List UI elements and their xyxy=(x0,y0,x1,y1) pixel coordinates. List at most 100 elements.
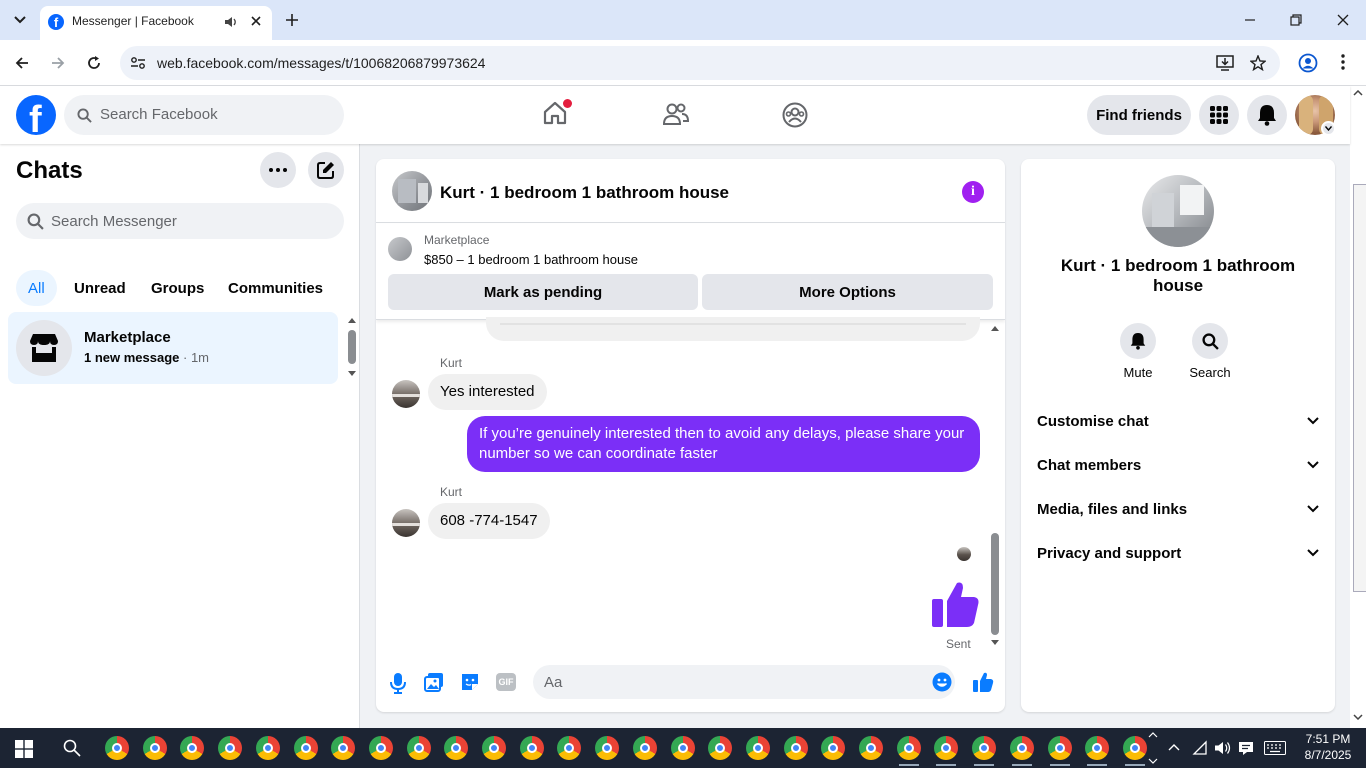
taskbar-browser-icon[interactable] xyxy=(105,736,129,760)
kurt-avatar[interactable] xyxy=(392,509,420,537)
microphone-icon[interactable] xyxy=(390,672,406,694)
message-input[interactable]: Aa xyxy=(533,665,955,699)
sticker-icon[interactable] xyxy=(460,672,480,692)
forward-icon[interactable] xyxy=(50,55,66,71)
filter-groups[interactable]: Groups xyxy=(139,270,216,306)
taskbar-browser-icon[interactable] xyxy=(708,736,733,760)
taskbar-browser-icon[interactable] xyxy=(1047,736,1072,766)
restore-icon[interactable] xyxy=(1290,14,1302,26)
listing-avatar[interactable] xyxy=(392,171,432,211)
page-scrollbar[interactable] xyxy=(1350,86,1366,728)
incoming-message[interactable]: 608 -774-1547 xyxy=(428,503,550,539)
scroll-up-arrow-icon[interactable] xyxy=(1353,90,1363,96)
conversation-photo[interactable] xyxy=(1142,175,1214,247)
taskbar-scroll-up-icon[interactable] xyxy=(1148,732,1158,738)
groups-icon[interactable] xyxy=(782,102,808,128)
filter-all[interactable]: All xyxy=(16,270,57,306)
gif-icon[interactable]: GIF xyxy=(496,673,516,691)
filter-communities[interactable]: Communities xyxy=(216,270,335,306)
taskbar-browser-icon[interactable] xyxy=(444,736,469,760)
show-hidden-icons-icon[interactable] xyxy=(1168,743,1180,751)
privacy-support-section[interactable]: Privacy and support xyxy=(1037,533,1319,573)
taskbar-browser-icon[interactable] xyxy=(934,736,959,766)
profile-icon[interactable] xyxy=(1298,53,1318,73)
chat-scrollbar-thumb[interactable] xyxy=(991,533,999,635)
more-options-button[interactable]: More Options xyxy=(702,274,993,310)
scroll-down-arrow-icon[interactable] xyxy=(990,639,1000,646)
taskbar-browser-icon[interactable] xyxy=(557,736,582,760)
taskbar-browser-icon[interactable] xyxy=(859,736,883,760)
customise-chat-section[interactable]: Customise chat xyxy=(1037,401,1319,441)
site-settings-icon[interactable] xyxy=(130,56,146,70)
media-files-links-section[interactable]: Media, files and links xyxy=(1037,489,1319,529)
menu-button[interactable] xyxy=(1199,95,1239,135)
close-tab-icon[interactable] xyxy=(250,15,262,27)
taskbar-browser-icon[interactable] xyxy=(218,736,243,760)
network-icon[interactable] xyxy=(1192,740,1208,756)
taskbar-browser-icon[interactable] xyxy=(293,736,318,760)
taskbar-browser-icon[interactable] xyxy=(331,736,356,760)
speaker-icon[interactable] xyxy=(224,15,238,29)
outgoing-message[interactable]: If you’re genuinely interested then to a… xyxy=(467,416,980,472)
taskbar-browser-icon[interactable] xyxy=(896,736,921,766)
filter-unread[interactable]: Unread xyxy=(62,270,138,306)
minimize-icon[interactable] xyxy=(1244,14,1256,26)
sidebar-scrollbar-thumb[interactable] xyxy=(348,330,356,364)
thumbs-up-sticker-icon[interactable] xyxy=(930,579,980,629)
scroll-down-arrow-icon[interactable] xyxy=(1353,714,1363,720)
chat-options-button[interactable] xyxy=(260,152,296,188)
info-icon[interactable]: i xyxy=(962,181,984,203)
gallery-icon[interactable] xyxy=(424,672,444,692)
new-message-button[interactable] xyxy=(308,152,344,188)
taskbar-clock[interactable]: 7:51 PM 8/7/2025 xyxy=(1298,731,1358,763)
reload-icon[interactable] xyxy=(86,55,102,71)
chat-members-section[interactable]: Chat members xyxy=(1037,445,1319,485)
scroll-up-arrow-icon[interactable] xyxy=(347,317,357,324)
taskbar-browser-icon[interactable] xyxy=(821,736,846,760)
taskbar-search-icon[interactable] xyxy=(63,739,81,757)
kurt-avatar[interactable] xyxy=(392,380,420,408)
new-tab-icon[interactable] xyxy=(285,13,299,27)
taskbar-browser-icon[interactable] xyxy=(180,736,205,760)
taskbar-browser-icon[interactable] xyxy=(406,736,431,760)
taskbar-scroll-down-icon[interactable] xyxy=(1148,758,1158,764)
conversation-title[interactable]: Kurt · 1 bedroom 1 bathroom house xyxy=(440,183,729,203)
taskbar-browser-icon[interactable] xyxy=(1122,736,1147,766)
kebab-menu-icon[interactable] xyxy=(1341,54,1345,70)
account-menu-button[interactable] xyxy=(1321,121,1336,136)
listing-title[interactable]: $850 – 1 bedroom 1 bathroom house xyxy=(424,252,638,267)
taskbar-browser-icon[interactable] xyxy=(745,736,770,760)
taskbar-browser-icon[interactable] xyxy=(783,736,808,760)
notification-center-icon[interactable] xyxy=(1238,740,1254,756)
bookmark-star-icon[interactable] xyxy=(1250,55,1266,71)
emoji-icon[interactable] xyxy=(932,672,952,692)
find-friends-button[interactable]: Find friends xyxy=(1087,95,1191,135)
notifications-button[interactable] xyxy=(1247,95,1287,135)
taskbar-browser-icon[interactable] xyxy=(255,736,280,760)
nav-home[interactable] xyxy=(542,99,572,128)
taskbar-browser-icon[interactable] xyxy=(142,736,167,760)
address-bar[interactable]: web.facebook.com/messages/t/100682068799… xyxy=(120,46,1280,80)
search-in-conversation-button[interactable] xyxy=(1192,323,1228,359)
taskbar-browser-icon[interactable] xyxy=(972,736,997,766)
facebook-search[interactable]: Search Facebook xyxy=(64,95,344,135)
volume-icon[interactable] xyxy=(1214,740,1232,756)
taskbar-browser-icon[interactable] xyxy=(1085,736,1110,766)
windows-start-icon[interactable] xyxy=(15,740,33,758)
taskbar-browser-icon[interactable] xyxy=(519,736,544,760)
taskbar-browser-icon[interactable] xyxy=(595,736,620,760)
incoming-message[interactable]: Yes interested xyxy=(428,374,547,410)
like-button-icon[interactable] xyxy=(972,671,994,693)
mute-button[interactable] xyxy=(1120,323,1156,359)
chat-list-item[interactable]: Marketplace 1 new message · 1m xyxy=(8,312,338,384)
mark-as-pending-button[interactable]: Mark as pending xyxy=(388,274,698,310)
close-window-icon[interactable] xyxy=(1337,14,1349,26)
taskbar-browser-icon[interactable] xyxy=(482,736,506,760)
facebook-logo-icon[interactable]: f xyxy=(16,95,56,135)
scroll-up-arrow-icon[interactable] xyxy=(990,325,1000,332)
tab-search-button[interactable] xyxy=(8,8,32,32)
scroll-down-arrow-icon[interactable] xyxy=(347,370,357,377)
taskbar-browser-icon[interactable] xyxy=(670,736,695,760)
friends-icon[interactable] xyxy=(663,102,689,126)
keyboard-icon[interactable] xyxy=(1264,741,1286,755)
